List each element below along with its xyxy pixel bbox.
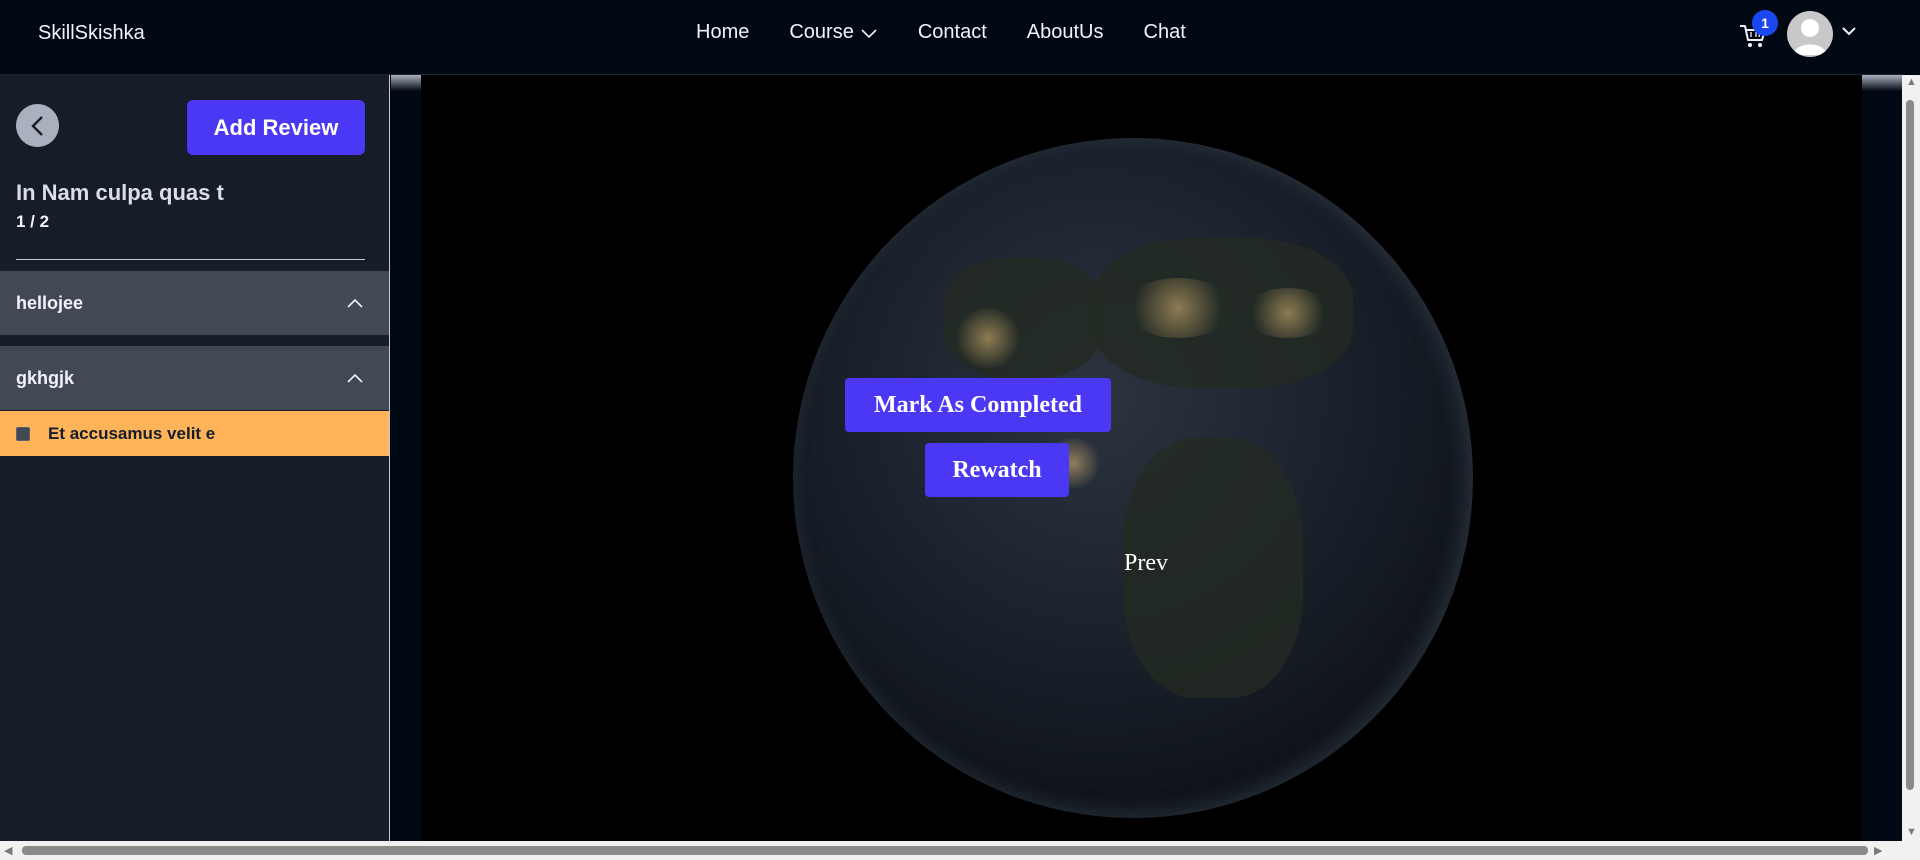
chevron-left-icon xyxy=(30,115,43,136)
nav-course-label: Course xyxy=(789,21,854,43)
cart-count-badge: 1 xyxy=(1752,10,1778,36)
scroll-left-arrow-icon[interactable]: ◀ xyxy=(4,844,12,857)
add-review-button[interactable]: Add Review xyxy=(187,100,365,155)
back-button[interactable] xyxy=(16,104,59,147)
lecture-item[interactable]: Et accusamus velit e xyxy=(0,411,389,456)
video-area: Mark As Completed Rewatch Prev xyxy=(391,75,1902,841)
vertical-scrollbar-thumb[interactable] xyxy=(1906,100,1914,790)
nav-home[interactable]: Home xyxy=(696,21,749,44)
nav-links: Home Course Contact AboutUs Chat xyxy=(696,21,1226,44)
scroll-down-arrow-icon[interactable]: ▼ xyxy=(1906,826,1917,838)
lecture-checkbox[interactable] xyxy=(16,426,30,441)
lecture-label: Et accusamus velit e xyxy=(48,423,216,443)
chevron-up-icon xyxy=(347,298,363,308)
nav-aboutus[interactable]: AboutUs xyxy=(1027,21,1104,44)
nav-chat[interactable]: Chat xyxy=(1144,21,1186,44)
chevron-up-icon xyxy=(347,373,363,383)
avatar[interactable] xyxy=(1787,11,1833,57)
profile-dropdown-icon[interactable] xyxy=(1841,25,1857,37)
progress-count: 1 / 2 xyxy=(16,212,50,231)
video-player[interactable]: Mark As Completed Rewatch Prev xyxy=(421,75,1862,841)
section-label: gkhgjk xyxy=(16,367,75,388)
section-gkhgjk[interactable]: gkhgjk xyxy=(0,346,389,410)
nav-contact[interactable]: Contact xyxy=(918,21,987,44)
course-title: In Nam culpa quas t xyxy=(16,180,224,205)
earth-video-frame xyxy=(793,138,1473,818)
nav-course[interactable]: Course xyxy=(789,21,877,44)
nav-chat-label: Chat xyxy=(1143,21,1186,43)
nav-contact-label: Contact xyxy=(917,21,987,43)
rewatch-button[interactable]: Rewatch xyxy=(925,443,1069,497)
section-hellojee[interactable]: hellojee xyxy=(0,271,389,335)
chevron-down-icon xyxy=(861,28,877,38)
prev-button[interactable]: Prev xyxy=(1124,550,1168,577)
mark-completed-button[interactable]: Mark As Completed xyxy=(845,378,1111,432)
divider xyxy=(16,259,365,260)
scroll-up-arrow-icon[interactable]: ▲ xyxy=(1906,76,1917,88)
user-icon xyxy=(1793,19,1827,55)
brand-logo[interactable]: SkillSkishka xyxy=(38,22,145,45)
course-sidebar: Add Review In Nam culpa quas t 1 / 2 hel… xyxy=(0,75,390,841)
horizontal-scrollbar-thumb[interactable] xyxy=(22,846,1868,855)
navbar: SkillSkishka Home Course Contact AboutUs… xyxy=(0,0,1902,75)
scroll-right-arrow-icon[interactable]: ▶ xyxy=(1874,844,1882,857)
nav-aboutus-label: AboutUs xyxy=(1026,21,1104,43)
section-label: hellojee xyxy=(16,292,84,313)
nav-home-label: Home xyxy=(696,21,750,43)
